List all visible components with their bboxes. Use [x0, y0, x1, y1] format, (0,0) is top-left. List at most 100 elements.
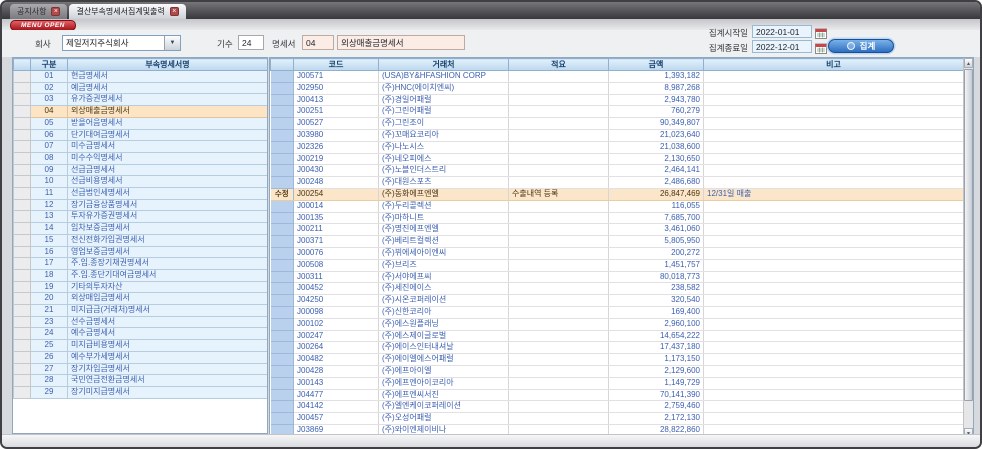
tab-statement-report[interactable]: 결산부속명세서집계및출력 ×: [69, 4, 185, 19]
left-table-row[interactable]: 19기타의투자자산: [14, 281, 268, 293]
right-table-header-4[interactable]: 비고: [704, 59, 964, 71]
row-selector-cell[interactable]: [14, 188, 31, 200]
row-status-cell[interactable]: [271, 413, 294, 425]
row-selector-cell[interactable]: [14, 71, 31, 83]
row-selector-cell[interactable]: [14, 152, 31, 164]
right-table-row[interactable]: J00413(주)경일어패럴2,943,780: [271, 94, 964, 106]
row-selector-cell[interactable]: [14, 234, 31, 246]
right-table-row[interactable]: J00135(주)마하니트7,685,700: [271, 212, 964, 224]
row-status-cell[interactable]: [271, 271, 294, 283]
row-selector-cell[interactable]: [14, 164, 31, 176]
statement-name-input[interactable]: 외상매출금명세서: [337, 35, 465, 50]
right-table-header-0[interactable]: 코드: [294, 59, 379, 71]
row-selector-cell[interactable]: [14, 269, 31, 281]
row-status-cell[interactable]: [271, 129, 294, 141]
left-table-row[interactable]: 11선급법인세명세서: [14, 188, 268, 200]
row-status-cell[interactable]: [271, 212, 294, 224]
right-table-row[interactable]: J00014(주)두리콜렉션116,055: [271, 200, 964, 212]
right-table-row[interactable]: J03980(주)꼬매요코리아21,023,640: [271, 129, 964, 141]
left-table-row[interactable]: 20외상매입금명세서: [14, 293, 268, 305]
left-table-row[interactable]: 25미지급비용명세서: [14, 340, 268, 352]
right-table-row[interactable]: J00371(주)베리트컬렉션5,805,950: [271, 236, 964, 248]
row-selector-cell[interactable]: [14, 316, 31, 328]
left-table-row[interactable]: 15전신전화가입권명세서: [14, 234, 268, 246]
calendar-icon[interactable]: [815, 41, 827, 52]
left-table-row[interactable]: 18주.임.종단기대여금명세서: [14, 269, 268, 281]
left-table-header-1[interactable]: 부속명세서명: [68, 59, 268, 71]
left-table-row[interactable]: 14임차보증금명세서: [14, 223, 268, 235]
row-status-cell[interactable]: [271, 236, 294, 248]
right-table-header-3[interactable]: 금액: [609, 59, 704, 71]
row-status-cell[interactable]: [271, 389, 294, 401]
statement-code-input[interactable]: 04: [302, 35, 334, 50]
left-table-row[interactable]: 26예수부가세명세서: [14, 351, 268, 363]
scroll-up-icon[interactable]: ▲: [964, 58, 973, 68]
right-table-row[interactable]: J00527(주)그린조이90,349,807: [271, 118, 964, 130]
tab-close-icon[interactable]: ×: [51, 7, 60, 16]
left-table-row[interactable]: 10선급비용명세서: [14, 176, 268, 188]
aggregate-button[interactable]: 집계: [828, 39, 894, 53]
tab-notice[interactable]: 공지사항 ×: [10, 4, 67, 19]
left-table-row[interactable]: 24예수금명세서: [14, 328, 268, 340]
row-status-cell[interactable]: [271, 377, 294, 389]
calendar-icon[interactable]: [815, 26, 827, 37]
row-status-cell[interactable]: [271, 283, 294, 295]
row-status-cell[interactable]: [271, 401, 294, 413]
right-table-row[interactable]: J02326(주)나노시스21,038,600: [271, 141, 964, 153]
row-status-cell[interactable]: [271, 365, 294, 377]
right-table-row[interactable]: J00264(주)에이스인터내셔날17,437,180: [271, 342, 964, 354]
left-table-row[interactable]: 16영업보증금명세서: [14, 246, 268, 258]
left-table-row[interactable]: 12장기금융상품명세서: [14, 199, 268, 211]
right-table-row[interactable]: J00102(주)에스원플래닝2,960,100: [271, 318, 964, 330]
left-table-row[interactable]: 13투자유가증권명세서: [14, 211, 268, 223]
row-selector-cell[interactable]: [14, 363, 31, 375]
end-date-input[interactable]: 2022-12-01: [752, 40, 812, 53]
right-table-row[interactable]: J00482(주)에이엘에스어패럴1,173,150: [271, 354, 964, 366]
row-selector-cell[interactable]: [14, 82, 31, 94]
row-selector-cell[interactable]: [14, 246, 31, 258]
right-table-row[interactable]: 수정J00254(주)동화에프엔엘수출내역 등록26,847,46912/31일…: [271, 188, 964, 200]
left-table-row[interactable]: 03유가증권명세서: [14, 94, 268, 106]
row-status-cell[interactable]: [271, 71, 294, 83]
row-selector-cell[interactable]: [14, 199, 31, 211]
right-table-row[interactable]: J04250(주)시온코퍼레이션320,540: [271, 295, 964, 307]
row-selector-cell[interactable]: [14, 211, 31, 223]
left-table-row[interactable]: 08미수수익명세서: [14, 152, 268, 164]
row-status-cell[interactable]: [271, 224, 294, 236]
left-table-row[interactable]: 02예금명세서: [14, 82, 268, 94]
right-table-row[interactable]: J04142(주)엘엔케이코퍼레이션2,759,460: [271, 401, 964, 413]
right-table-row[interactable]: J00248(주)대원스포츠2,486,680: [271, 177, 964, 189]
right-table-row[interactable]: J00247(주)에스제이글로벌14,654,222: [271, 330, 964, 342]
right-table-header-1[interactable]: 거래처: [379, 59, 509, 71]
left-table-header-0[interactable]: 구분: [31, 59, 68, 71]
row-selector-cell[interactable]: [14, 375, 31, 387]
row-status-cell[interactable]: [271, 153, 294, 165]
row-status-cell[interactable]: 수정: [271, 188, 294, 200]
left-table-row[interactable]: 23선수금명세서: [14, 316, 268, 328]
left-table-row[interactable]: 27장기차입금명세서: [14, 363, 268, 375]
left-table-row[interactable]: 05받을어음명세서: [14, 117, 268, 129]
left-table-row[interactable]: 09선급금명세서: [14, 164, 268, 176]
row-status-cell[interactable]: [271, 330, 294, 342]
row-selector-cell[interactable]: [14, 106, 31, 118]
row-selector-cell[interactable]: [14, 223, 31, 235]
left-table-row[interactable]: 21미지급금(거래처)명세서: [14, 305, 268, 317]
row-selector-cell[interactable]: [14, 117, 31, 129]
row-status-cell[interactable]: [271, 82, 294, 94]
left-table-row[interactable]: 28국민연금전환금명세서: [14, 375, 268, 387]
row-selector-cell[interactable]: [14, 129, 31, 141]
left-table-row[interactable]: 01현금명세서: [14, 71, 268, 83]
right-table-row[interactable]: J00452(주)세진에이스238,582: [271, 283, 964, 295]
row-status-cell[interactable]: [271, 259, 294, 271]
right-table-row[interactable]: J00457(주)오성어패럴2,172,130: [271, 413, 964, 425]
right-table-row[interactable]: J00428(주)에프아이엘2,129,600: [271, 365, 964, 377]
row-status-cell[interactable]: [271, 306, 294, 318]
right-table-row[interactable]: J00571(USA)BY&HFASHION CORP1,393,182: [271, 71, 964, 83]
tab-close-icon[interactable]: ×: [170, 7, 179, 16]
row-status-cell[interactable]: [271, 177, 294, 189]
row-selector-cell[interactable]: [14, 176, 31, 188]
row-status-cell[interactable]: [271, 165, 294, 177]
row-selector-cell[interactable]: [14, 258, 31, 270]
row-status-cell[interactable]: [271, 318, 294, 330]
row-selector-cell[interactable]: [14, 305, 31, 317]
